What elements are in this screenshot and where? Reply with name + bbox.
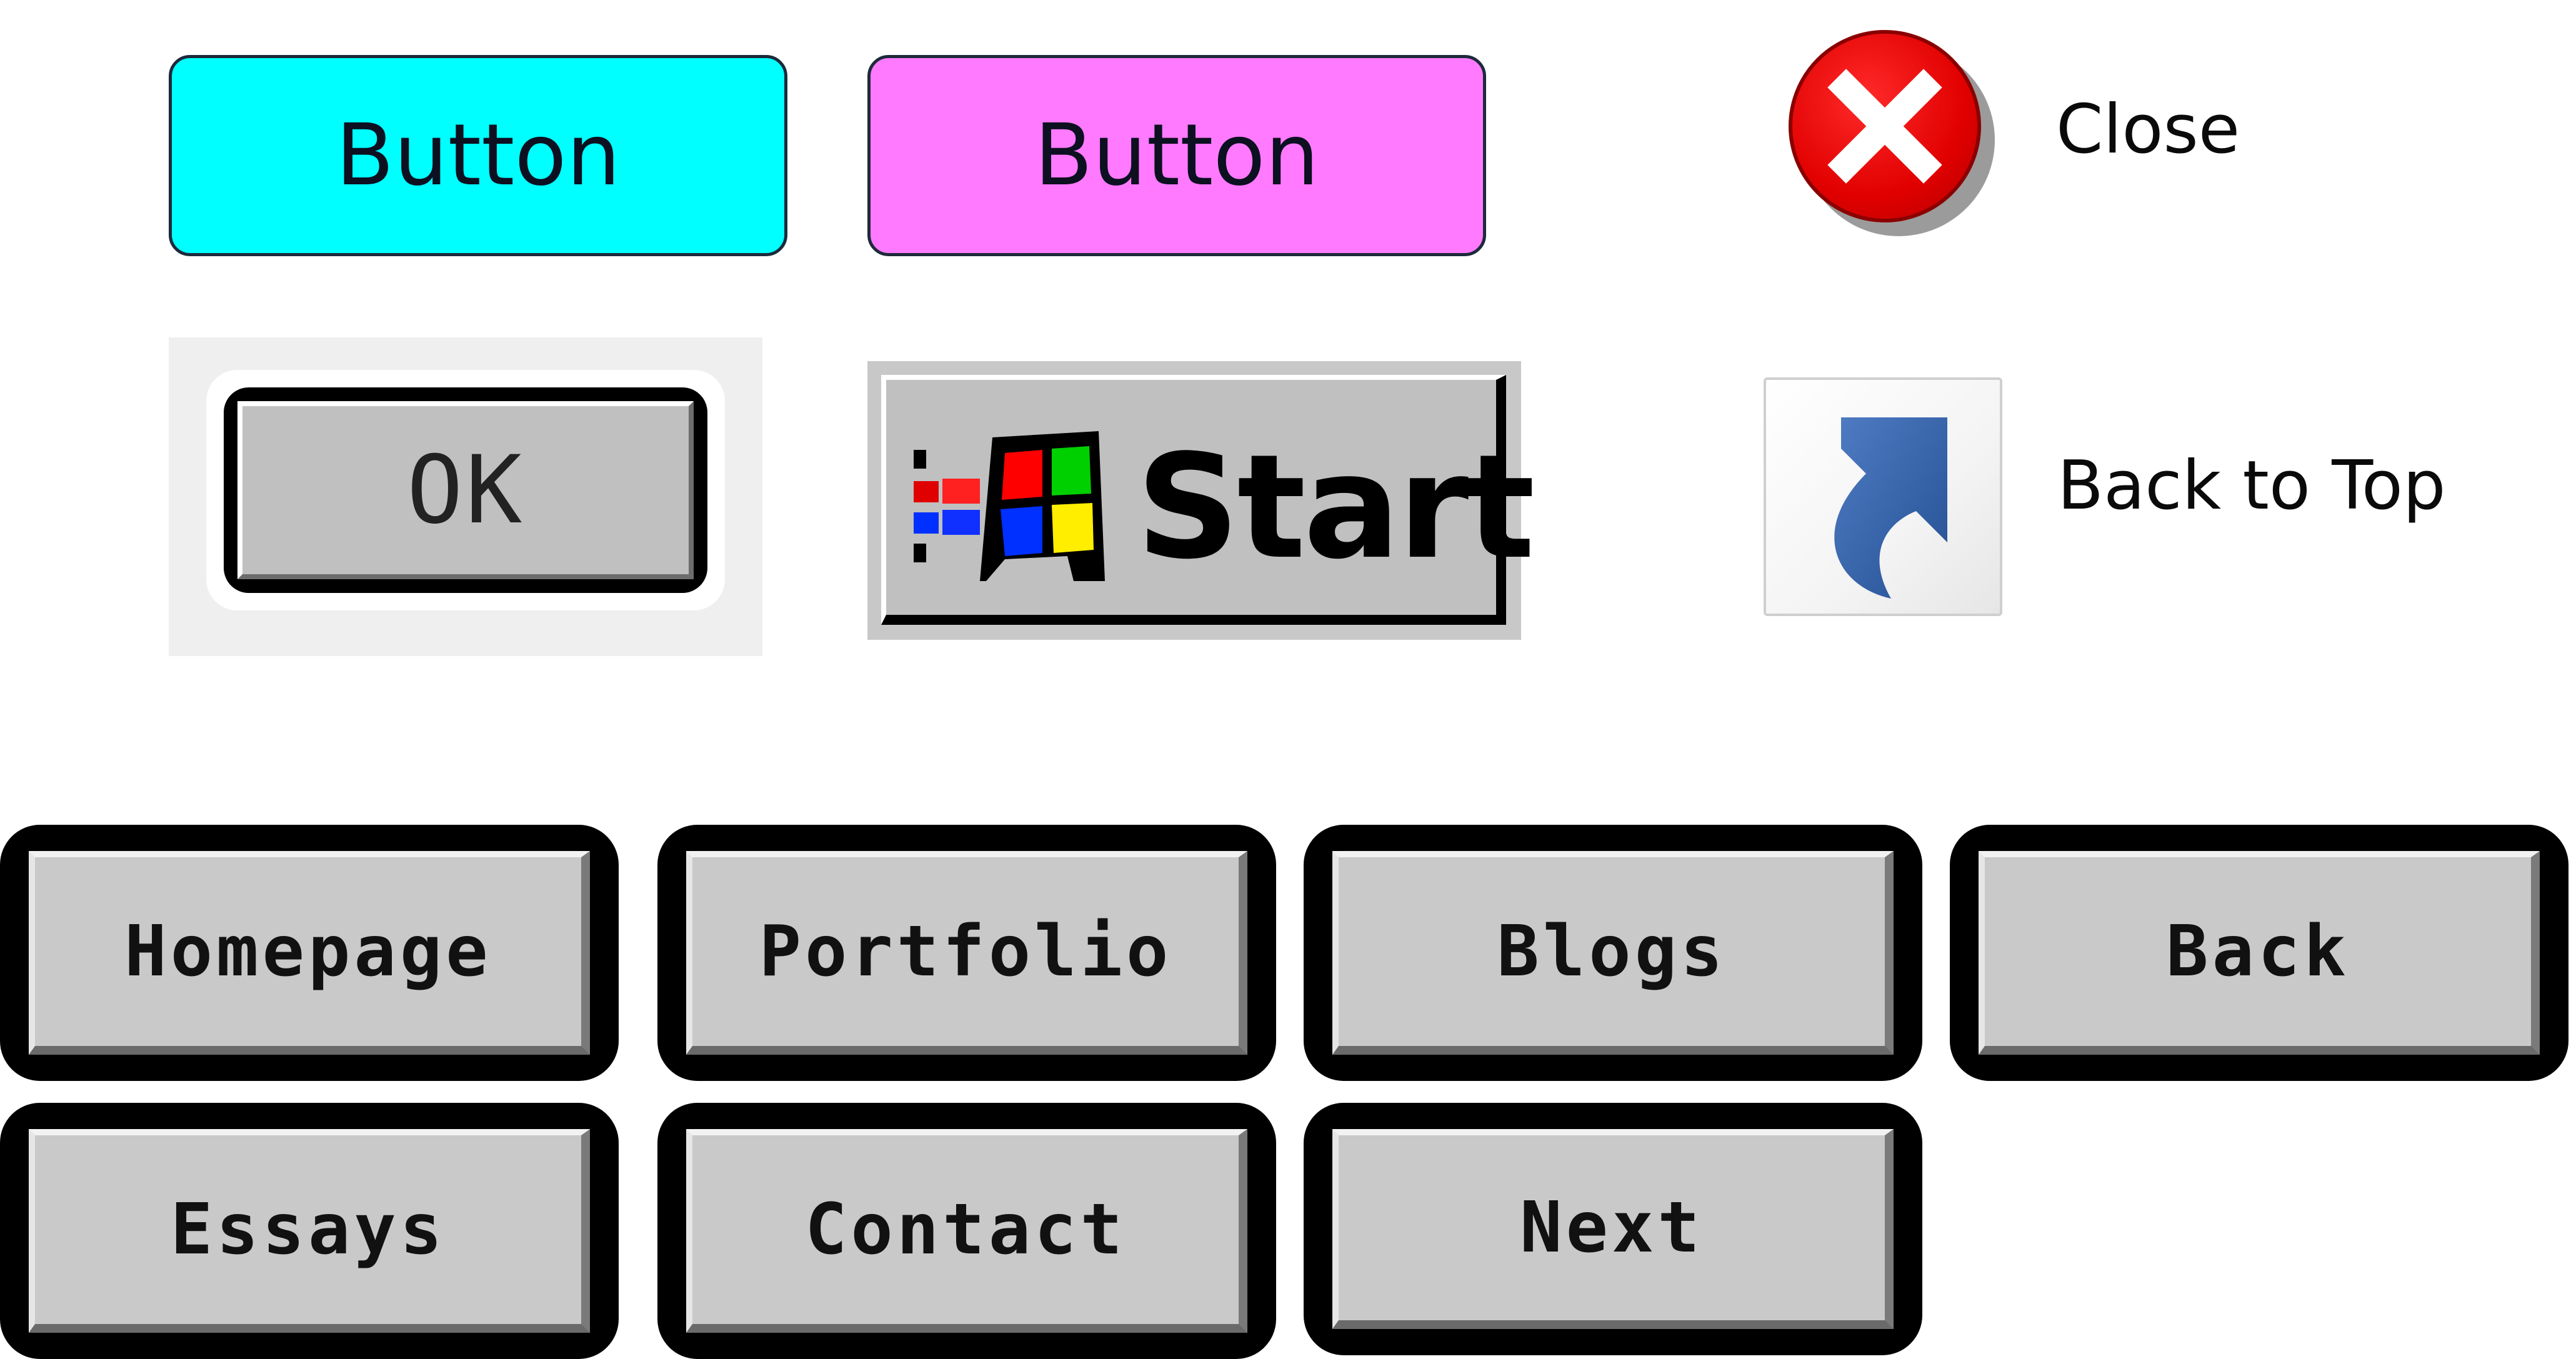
windows-logo-icon xyxy=(914,431,1105,581)
homepage-button-label: Homepage xyxy=(29,851,590,1055)
ok-button-outline: OK xyxy=(206,370,725,610)
pink-button[interactable]: Button xyxy=(867,55,1486,256)
start-button-face: Start xyxy=(881,375,1535,625)
ok-button-label: OK xyxy=(237,401,694,579)
ok-button[interactable]: OK xyxy=(224,387,707,593)
back-button-label: Back xyxy=(1979,851,2540,1055)
back-to-top-button[interactable] xyxy=(1764,377,2002,616)
close-label: Close xyxy=(2056,91,2240,169)
contact-button-label: Contact xyxy=(686,1129,1247,1333)
pink-button-label: Button xyxy=(1034,106,1319,205)
start-button-label: Start xyxy=(1136,424,1535,591)
essays-button[interactable]: Essays xyxy=(0,1103,619,1359)
portfolio-button[interactable]: Portfolio xyxy=(657,825,1276,1081)
homepage-button[interactable]: Homepage xyxy=(0,825,619,1081)
close-button[interactable] xyxy=(1789,30,1995,236)
back-to-top-label: Back to Top xyxy=(2057,447,2446,525)
cyan-button[interactable]: Button xyxy=(169,55,787,256)
ok-button-panel: OK xyxy=(169,337,762,656)
next-button-label: Next xyxy=(1332,1129,1894,1329)
blogs-button[interactable]: Blogs xyxy=(1304,825,1922,1081)
essays-button-label: Essays xyxy=(29,1129,590,1333)
close-x-mark xyxy=(1827,69,1942,184)
next-button[interactable]: Next xyxy=(1304,1103,1922,1355)
contact-button[interactable]: Contact xyxy=(657,1103,1276,1359)
shortcut-arrow-icon xyxy=(1834,417,1947,599)
back-button[interactable]: Back xyxy=(1950,825,2569,1081)
cyan-button-label: Button xyxy=(336,106,621,205)
start-button[interactable]: Start xyxy=(867,361,1535,640)
blogs-button-label: Blogs xyxy=(1332,851,1894,1055)
portfolio-button-label: Portfolio xyxy=(686,851,1247,1055)
